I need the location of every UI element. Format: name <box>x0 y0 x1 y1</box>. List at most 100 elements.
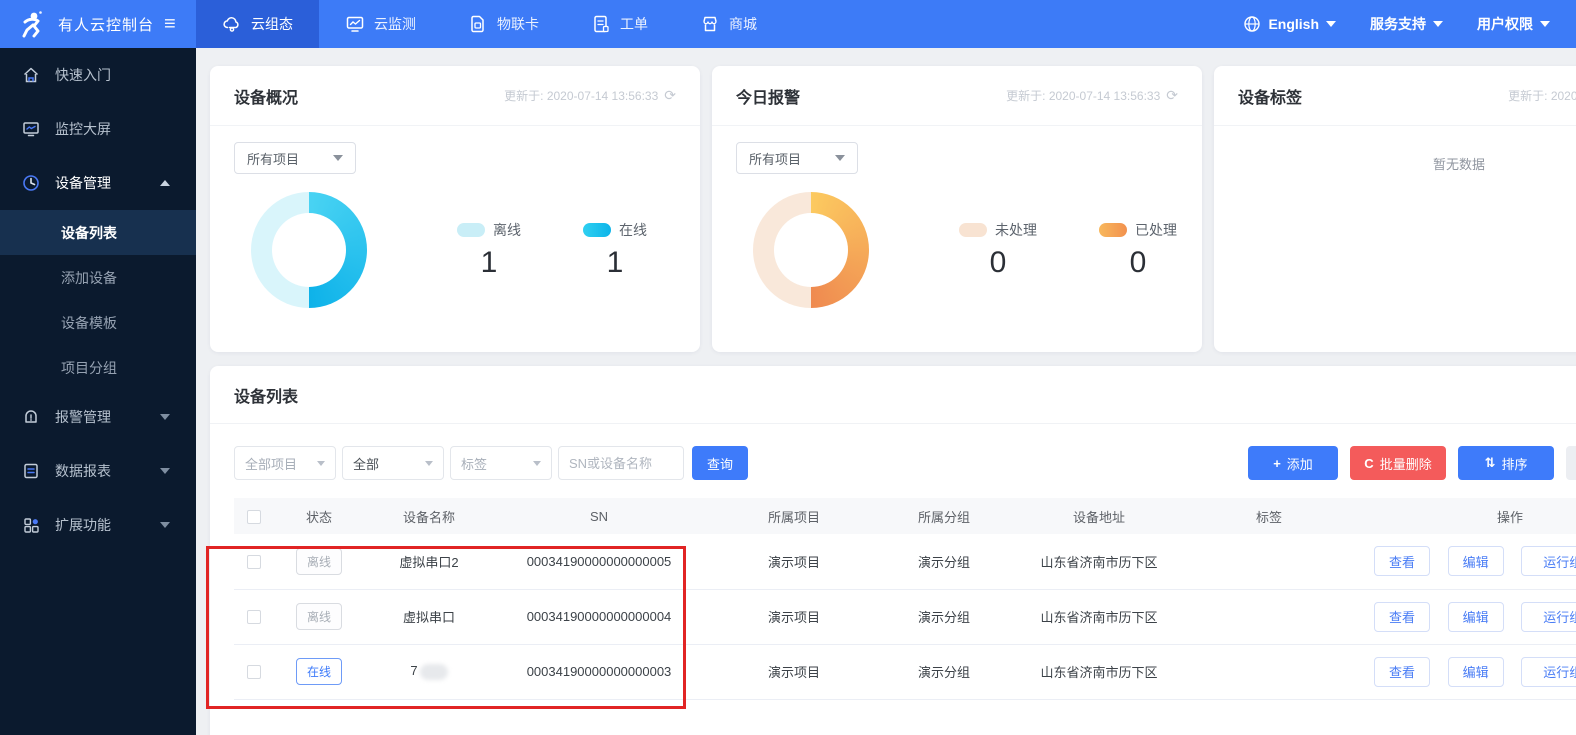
refresh-icon[interactable]: ⟳ <box>664 87 676 104</box>
nav-tab-label: 云组态 <box>251 14 293 34</box>
redacted-name-blur <box>420 664 448 680</box>
refresh-icon[interactable]: ⟳ <box>1166 87 1178 104</box>
run-scada-button[interactable]: 运行组态 <box>1521 657 1576 687</box>
legend-label: 在线 <box>619 220 647 240</box>
nav-tab-cloud-monitor[interactable]: 云监测 <box>319 0 442 48</box>
sidebar-item-data-report[interactable]: 数据报表 <box>0 444 196 498</box>
device-project: 演示项目 <box>704 534 884 589</box>
sidebar-item-extensions[interactable]: 扩展功能 <box>0 498 196 552</box>
sidebar-item-label: 扩展功能 <box>55 515 111 535</box>
edit-button[interactable]: 编辑 <box>1448 546 1504 576</box>
legend-label: 已处理 <box>1135 220 1177 240</box>
card-title: 设备标签 <box>1238 84 1302 108</box>
tag-filter-placeholder: 标签 <box>461 454 487 473</box>
device-project: 演示项目 <box>704 644 884 699</box>
device-sn: 00034190000000000003 <box>494 644 704 699</box>
add-device-button[interactable]: + 添加 <box>1248 446 1338 480</box>
col-header-actions: 操作 <box>1344 498 1576 534</box>
device-sn: 00034190000000000004 <box>494 589 704 644</box>
select-all-checkbox[interactable] <box>247 510 261 524</box>
project-filter-select[interactable]: 所有项目 <box>234 142 356 174</box>
project-filter-value: 所有项目 <box>247 149 299 168</box>
run-scada-button[interactable]: 运行组态 <box>1521 546 1576 576</box>
col-header-name: 设备名称 <box>364 498 494 534</box>
device-sn: 00034190000000000005 <box>494 534 704 589</box>
table-row: 离线 虚拟串口 00034190000000000004 演示项目 演示分组 山… <box>234 589 1576 644</box>
sidebar-item-monitor-screen[interactable]: 监控大屏 <box>0 102 196 156</box>
edit-button[interactable]: 编辑 <box>1448 602 1504 632</box>
search-input[interactable] <box>558 446 684 480</box>
nav-tab-work-order[interactable]: 工单 <box>565 0 674 48</box>
card-title: 设备概况 <box>234 84 298 108</box>
chevron-down-icon <box>160 522 170 528</box>
permission-label: 用户权限 <box>1477 14 1533 34</box>
status-badge: 在线 <box>296 658 342 685</box>
chevron-down-icon <box>1433 21 1443 27</box>
sidebar-item-label: 设备管理 <box>55 173 111 193</box>
chevron-down-icon <box>1540 21 1550 27</box>
sidebar-item-alarm-management[interactable]: 报警管理 <box>0 390 196 444</box>
sidebar-subitem-project-group[interactable]: 项目分组 <box>0 345 196 390</box>
report-icon <box>22 462 40 480</box>
batch-delete-button[interactable]: C 批量删除 <box>1350 446 1446 480</box>
sidebar-subitem-label: 添加设备 <box>61 268 117 288</box>
sidebar-subitem-device-list[interactable]: 设备列表 <box>0 210 196 255</box>
cloud-icon <box>222 14 242 34</box>
menu-toggle-icon[interactable]: ≡ <box>164 14 176 34</box>
plus-icon: + <box>1273 456 1281 471</box>
col-header-sn: SN <box>494 498 704 534</box>
card-title: 今日报警 <box>736 84 800 108</box>
permission-menu[interactable]: 用户权限 <box>1477 14 1550 34</box>
support-menu[interactable]: 服务支持 <box>1370 14 1443 34</box>
nav-tab-iot-card[interactable]: 物联卡 <box>442 0 565 48</box>
sidebar-subitem-label: 设备模板 <box>61 313 117 333</box>
globe-icon <box>1243 15 1261 33</box>
tag-filter-select[interactable]: 标签 <box>450 446 552 480</box>
sim-card-icon <box>468 14 488 34</box>
view-button[interactable]: 查看 <box>1374 546 1430 576</box>
view-button[interactable]: 查看 <box>1374 657 1430 687</box>
nav-tab-mall[interactable]: 商城 <box>674 0 783 48</box>
chevron-down-icon <box>1326 21 1336 27</box>
col-header-status: 状态 <box>274 498 364 534</box>
empty-state-text: 暂无数据 <box>1214 154 1576 173</box>
chevron-down-icon <box>533 461 541 466</box>
chevron-down-icon <box>317 461 325 466</box>
online-count: 1 <box>583 246 647 280</box>
project-filter-select[interactable]: 所有项目 <box>736 142 858 174</box>
legend-label: 未处理 <box>995 220 1037 240</box>
updated-timestamp: 更新于: 2020-07-14 13:56:33 <box>504 87 658 104</box>
legend-swatch-offline <box>457 223 485 237</box>
project-filter-select[interactable]: 全部项目 <box>234 446 336 480</box>
sidebar-subitem-add-device[interactable]: 添加设备 <box>0 255 196 300</box>
row-checkbox[interactable] <box>247 555 261 569</box>
nav-tab-cloud-scada[interactable]: 云组态 <box>196 0 319 48</box>
table-row: 在线 7 00034190000000000003 演示项目 演示分组 山东省济… <box>234 644 1576 699</box>
status-badge: 离线 <box>296 603 342 630</box>
sidebar-item-quick-start[interactable]: 快速入门 <box>0 48 196 102</box>
big-screen-icon <box>22 120 40 138</box>
sidebar-subitem-device-template[interactable]: 设备模板 <box>0 300 196 345</box>
store-icon <box>700 14 720 34</box>
device-overview-card: 设备概况 更新于: 2020-07-14 13:56:33 ⟳ 所有项目 离线 … <box>210 66 700 352</box>
view-button[interactable]: 查看 <box>1374 602 1430 632</box>
device-address: 山东省济南市历下区 <box>1004 534 1194 589</box>
legend-unhandled: 未处理 0 <box>959 220 1037 280</box>
query-button[interactable]: 查询 <box>692 446 748 480</box>
device-status-donut-chart <box>251 192 367 308</box>
device-group: 演示分组 <box>884 589 1004 644</box>
sidebar-item-device-management[interactable]: 设备管理 <box>0 156 196 210</box>
sidebar: 快速入门 监控大屏 设备管理 设备列表 添加设备 设备模板 项目分组 报警管理 … <box>0 48 196 735</box>
sort-button[interactable]: ⇅ 排序 <box>1458 446 1554 480</box>
status-filter-select[interactable]: 全部 <box>342 446 444 480</box>
row-checkbox[interactable] <box>247 610 261 624</box>
filter-toolbar: 全部项目 全部 标签 查询 + 添加 C 批量删除 <box>234 446 1576 480</box>
run-scada-button[interactable]: 运行组态 <box>1521 602 1576 632</box>
language-menu[interactable]: English <box>1243 15 1336 33</box>
row-checkbox[interactable] <box>247 665 261 679</box>
action-toolbar: + 添加 C 批量删除 ⇅ 排序 <box>1248 446 1576 480</box>
brand-logo-icon <box>20 10 46 38</box>
clipped-toolbar-button[interactable] <box>1566 446 1576 480</box>
support-label: 服务支持 <box>1370 14 1426 34</box>
edit-button[interactable]: 编辑 <box>1448 657 1504 687</box>
